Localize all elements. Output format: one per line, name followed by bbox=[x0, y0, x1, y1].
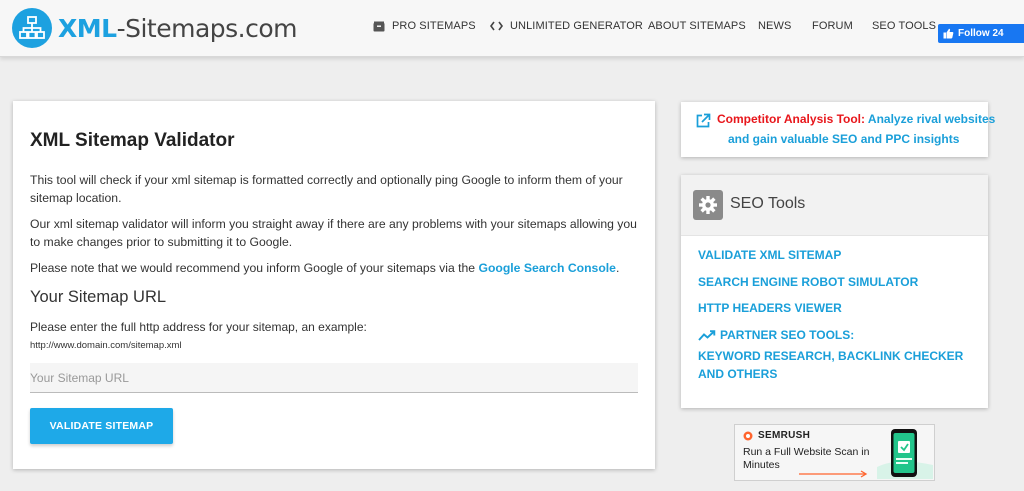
facebook-follow-button[interactable]: Follow 24 bbox=[938, 24, 1024, 43]
validate-sitemap-button[interactable]: VALIDATE SITEMAP bbox=[30, 408, 173, 444]
nav-label: PRO SITEMAPS bbox=[392, 20, 476, 32]
nav-label: UNLIMITED GENERATOR bbox=[510, 20, 643, 32]
sitemap-url-input[interactable] bbox=[30, 363, 638, 393]
nav-unlimited-generator[interactable]: UNLIMITED GENERATOR bbox=[490, 20, 643, 32]
nav-label: ABOUT SITEMAPS bbox=[648, 20, 746, 32]
page-title: XML Sitemap Validator bbox=[30, 130, 235, 151]
site-logo[interactable]: XML-Sitemaps.com bbox=[12, 8, 298, 48]
arrow-right-icon bbox=[799, 465, 869, 483]
recommendation-text: Please note that we would recommend you … bbox=[30, 261, 479, 275]
seo-tools-title: SEO Tools bbox=[730, 195, 806, 212]
link-keyword-research[interactable]: KEYWORD RESEARCH, BACKLINK CHECKER bbox=[698, 349, 963, 363]
thumbs-up-icon bbox=[943, 28, 954, 39]
promo-line-2: and gain valuable SEO and PPC insights bbox=[728, 132, 960, 146]
box-icon bbox=[373, 21, 385, 32]
seo-tools-card: SEO Tools VALIDATE XML SITEMAP SEARCH EN… bbox=[681, 175, 988, 408]
nav-about-sitemaps[interactable]: ABOUT SITEMAPS bbox=[648, 20, 746, 32]
follow-label: Follow 24 bbox=[958, 28, 1004, 39]
link-and-others[interactable]: AND OTHERS bbox=[698, 367, 777, 381]
sitemap-url-heading: Your Sitemap URL bbox=[30, 288, 167, 306]
google-search-console-link[interactable]: Google Search Console bbox=[478, 261, 615, 275]
logo-text: XML-Sitemaps.com bbox=[58, 13, 298, 43]
promo-text: Analyze rival websites bbox=[865, 112, 996, 126]
link-validate-xml-sitemap[interactable]: VALIDATE XML SITEMAP bbox=[698, 248, 841, 262]
nav-label: SEO TOOLS bbox=[872, 20, 937, 32]
url-instructions: Please enter the full http address for y… bbox=[30, 320, 367, 334]
nav-forum[interactable]: FORUM bbox=[812, 20, 853, 32]
nav-seo-tools[interactable]: SEO TOOLS bbox=[872, 20, 936, 32]
nav-label: NEWS bbox=[758, 20, 792, 32]
site-header: XML-Sitemaps.com PRO SITEMAPS UNLIMITED … bbox=[0, 0, 1024, 57]
nav-label: FORUM bbox=[812, 20, 853, 32]
gear-icon bbox=[693, 190, 723, 220]
phone-illustration-icon bbox=[877, 427, 933, 484]
trending-up-icon bbox=[698, 329, 716, 341]
promo-line-1: Competitor Analysis Tool: Analyze rival … bbox=[717, 112, 995, 126]
code-icon bbox=[490, 21, 503, 31]
link-search-engine-robot-simulator[interactable]: SEARCH ENGINE ROBOT SIMULATOR bbox=[698, 275, 918, 289]
intro-paragraph: This tool will check if your xml sitemap… bbox=[30, 173, 623, 205]
semrush-brand-text: SEMRUSH bbox=[758, 430, 811, 441]
semrush-ad-banner[interactable]: SEMRUSH Run a Full Website Scan in Minut… bbox=[734, 424, 935, 481]
promo-label: Competitor Analysis Tool: bbox=[717, 112, 866, 126]
url-example: http://www.domain.com/sitemap.xml bbox=[30, 340, 182, 351]
nav-pro-sitemaps[interactable]: PRO SITEMAPS bbox=[373, 20, 476, 32]
partner-label: PARTNER SEO TOOLS: bbox=[720, 328, 855, 342]
logo-rest: -Sitemaps.com bbox=[116, 13, 298, 43]
semrush-brand: SEMRUSH bbox=[741, 430, 810, 441]
nav-news[interactable]: NEWS bbox=[758, 20, 791, 32]
logo-xml: XML bbox=[58, 13, 117, 43]
external-link-icon bbox=[695, 113, 711, 134]
link-http-headers-viewer[interactable]: HTTP HEADERS VIEWER bbox=[698, 301, 842, 315]
recommendation-paragraph: Please note that we would recommend you … bbox=[30, 259, 640, 277]
recommendation-suffix: . bbox=[615, 261, 620, 275]
seo-tools-header: SEO Tools bbox=[681, 175, 988, 236]
validator-card: XML Sitemap Validator This tool will che… bbox=[13, 101, 655, 469]
link-partner-seo-tools[interactable]: PARTNER SEO TOOLS: bbox=[698, 328, 854, 342]
info-paragraph: Our xml sitemap validator will inform yo… bbox=[30, 217, 637, 249]
semrush-logo-icon bbox=[741, 431, 755, 441]
competitor-analysis-promo[interactable]: Competitor Analysis Tool: Analyze rival … bbox=[681, 102, 995, 157]
sitemap-logo-icon bbox=[12, 8, 52, 48]
